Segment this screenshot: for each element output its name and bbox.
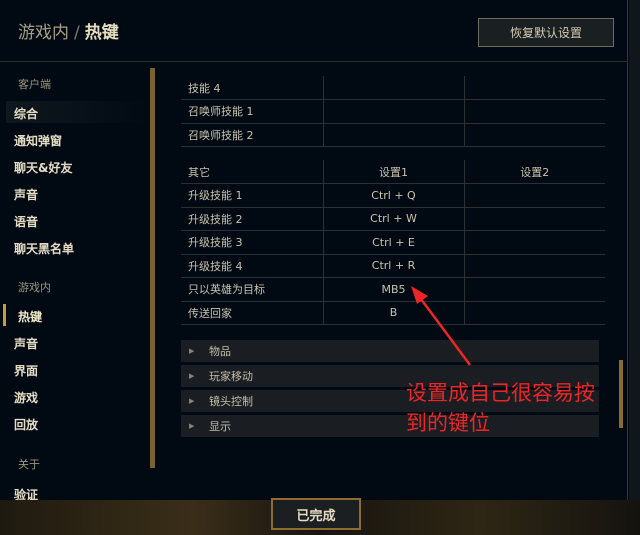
- arrow-shaft: [416, 294, 472, 366]
- annotation-line-2: 到的键位: [406, 411, 490, 435]
- annotation-arrow: [411, 286, 472, 366]
- arrow-head: [411, 286, 428, 304]
- annotation-text: 设置成自己很容易按 到的键位: [406, 378, 628, 438]
- annotation-line-1: 设置成自己很容易按: [406, 381, 595, 405]
- done-button[interactable]: 已完成: [271, 498, 361, 530]
